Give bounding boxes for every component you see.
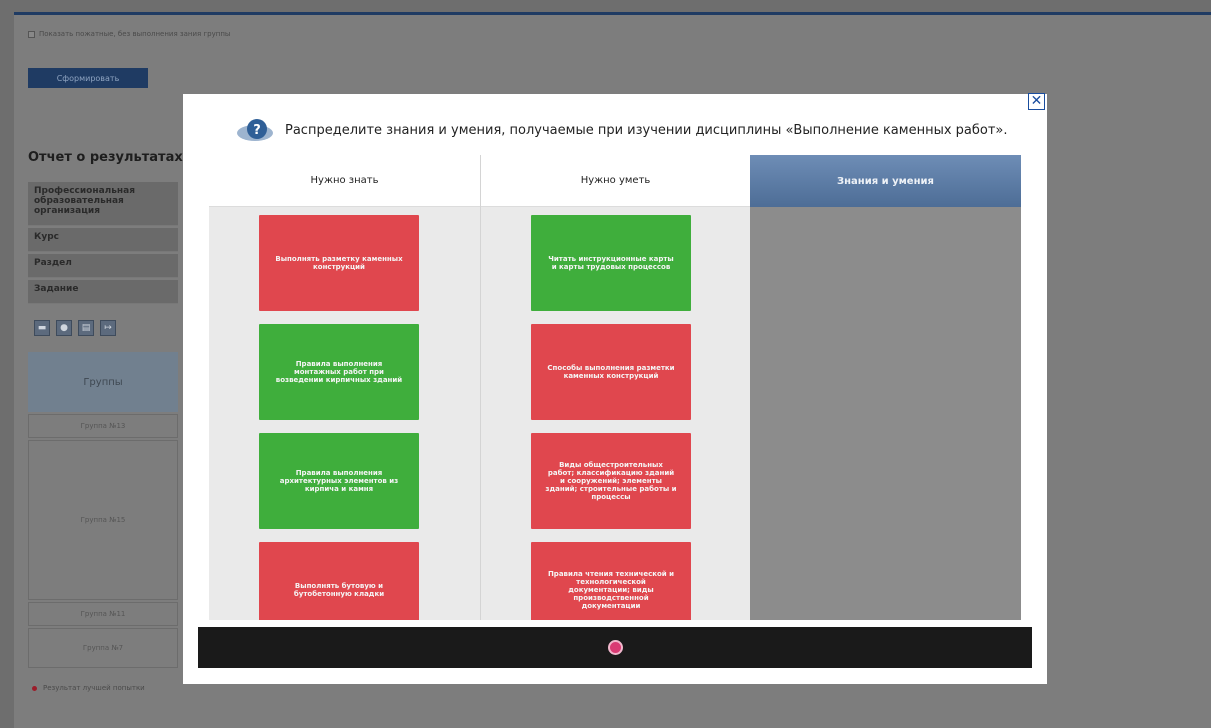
table-row: Группа №15: [28, 440, 178, 600]
card-list: Читать инструкционные карты и карты труд…: [481, 207, 750, 620]
filter-task: Задание: [28, 280, 178, 304]
filter-organization: Профессиональная образовательная организ…: [28, 182, 178, 226]
table-row: Группа №11: [28, 602, 178, 626]
question-icon: ?: [235, 117, 275, 143]
drop-zone[interactable]: [750, 207, 1021, 620]
filter-course: Курс: [28, 228, 178, 252]
column-header: Нужно знать: [209, 155, 480, 207]
draggable-card[interactable]: Правила выполнения монтажных работ при в…: [259, 324, 419, 420]
table-row: Группа №7: [28, 628, 178, 668]
show-empty-groups-option[interactable]: Показать пожатные, без выполнения зания …: [28, 30, 230, 38]
svg-text:?: ?: [253, 123, 261, 138]
card-list: Выполнять разметку каменных конструкций …: [209, 207, 480, 620]
export-toolbar: ▬ ● ▤ ↦: [34, 320, 116, 336]
show-empty-groups-label: Показать пожатные, без выполнения зания …: [39, 30, 231, 38]
page-indicator-dot[interactable]: [607, 640, 623, 655]
save-icon[interactable]: ▤: [78, 320, 94, 336]
question-text: Распределите знания и умения, получаемые…: [285, 122, 1008, 138]
column-header: Нужно уметь: [481, 155, 750, 207]
settings-icon[interactable]: ●: [56, 320, 72, 336]
draggable-card[interactable]: Виды общестроительных работ; классификац…: [531, 433, 691, 529]
report-title: Отчет о результатах р: [28, 150, 188, 165]
table-row: Группа №13: [28, 414, 178, 438]
draggable-card[interactable]: Способы выполнения разметки каменных кон…: [531, 324, 691, 420]
sorting-task-modal: ? Распределите знания и умения, получаем…: [183, 94, 1047, 684]
filter-section: Раздел: [28, 254, 178, 278]
close-icon[interactable]: ✕: [1028, 93, 1045, 110]
sorting-board: Нужно знать Выполнять разметку каменных …: [209, 155, 1021, 620]
print-icon[interactable]: ▬: [34, 320, 50, 336]
question-header: ? Распределите знания и умения, получаем…: [235, 117, 1008, 143]
column-need-to-do[interactable]: Нужно уметь Читать инструкционные карты …: [480, 155, 750, 620]
draggable-card[interactable]: Выполнять разметку каменных конструкций: [259, 215, 419, 311]
legend: Результат лучшей попытки: [32, 684, 145, 692]
draggable-card[interactable]: Правила выполнения архитектурных элемент…: [259, 433, 419, 529]
draggable-card[interactable]: Читать инструкционные карты и карты труд…: [531, 215, 691, 311]
pagination-bar: [198, 627, 1032, 668]
column-knowledge-and-skills[interactable]: Знания и умения: [750, 155, 1021, 620]
legend-dot-icon: [32, 685, 37, 691]
draggable-card[interactable]: Правила чтения технической и технологиче…: [531, 542, 691, 620]
legend-label: Результат лучшей попытки: [43, 684, 145, 692]
export-icon[interactable]: ↦: [100, 320, 116, 336]
checkbox[interactable]: [28, 30, 35, 38]
draggable-card[interactable]: Выполнять бутовую и бутобетонную кладки: [259, 542, 419, 620]
generate-button[interactable]: Сформировать: [28, 68, 148, 88]
column-header: Знания и умения: [750, 155, 1021, 207]
groups-header: Группы: [28, 352, 178, 412]
column-need-to-know[interactable]: Нужно знать Выполнять разметку каменных …: [209, 155, 480, 620]
